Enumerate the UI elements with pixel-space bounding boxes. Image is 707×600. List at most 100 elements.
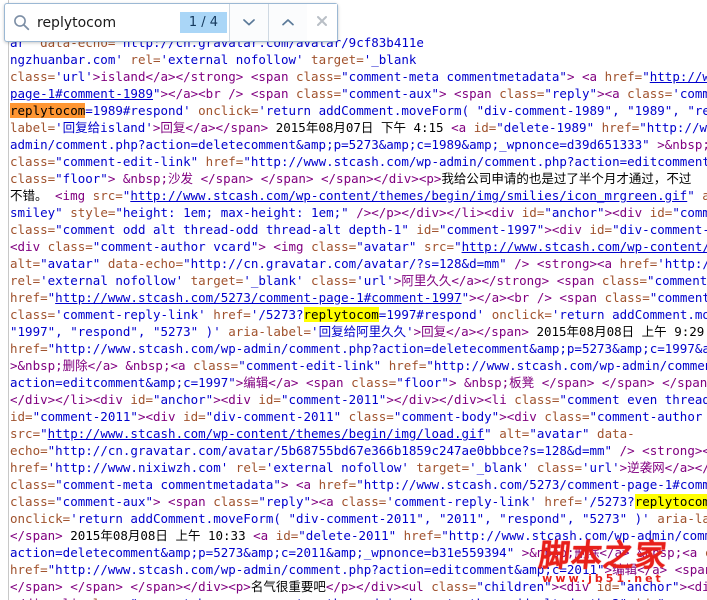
source-line: "1997", "respond", "5273" )' aria-label=… — [10, 323, 707, 340]
source-link[interactable]: http://www.stcash.com/wp-content/themes/… — [48, 426, 485, 441]
source-link[interactable]: http://www.stcash.com/5273/comment-page-… — [55, 290, 461, 305]
source-token: class= — [311, 273, 357, 288]
source-code-pane[interactable]: ar" data-echo="http://cn.gravatar.com/av… — [0, 0, 707, 600]
find-next-button[interactable] — [268, 4, 307, 41]
source-token: label= — [10, 120, 56, 135]
source-token: >&nbsp;删除</a> — [10, 358, 126, 373]
source-token: =1989#respond' — [85, 103, 199, 118]
source-token: "anchor" — [544, 205, 605, 220]
source-token: "comment-meta commentmetadata" — [55, 477, 281, 492]
source-token: ><div — [544, 222, 590, 237]
source-code-lines: ar" data-echo="http://cn.gravatar.com/av… — [10, 34, 707, 600]
source-token: href= — [544, 494, 583, 509]
source-token: class= — [601, 273, 648, 288]
source-token: &nbsp;<a — [637, 545, 705, 560]
source-token: "children" — [476, 579, 552, 594]
source-token: &nbsp;沙发 — [122, 171, 201, 186]
find-input-wrapper[interactable] — [5, 4, 180, 41]
source-token: href= — [604, 69, 643, 84]
close-find-bar-button[interactable] — [307, 4, 337, 41]
source-token: "div-comment-1997" — [612, 222, 707, 237]
source-token: "anchor" — [619, 579, 680, 594]
find-previous-button[interactable] — [229, 4, 268, 41]
source-line: ngzhuanbar.com' rel='external nofollow' … — [10, 51, 707, 68]
source-line: action=deletecomment&amp;p=5273&amp;c=20… — [10, 544, 707, 561]
source-token: "comment odd alt thread-odd thread-alt d… — [55, 222, 417, 237]
source-token: class= — [47, 239, 93, 254]
source-token: " — [642, 69, 650, 84]
source-token: "comment-body" — [393, 409, 500, 424]
source-token: </span> </span> </span></div><p> — [200, 171, 442, 186]
source-token: rel= — [10, 273, 41, 288]
source-token: action=editcomment&amp;c=1997" — [10, 375, 236, 390]
source-token: "delete-2011" — [298, 528, 404, 543]
search-match: replytocom — [634, 494, 707, 509]
search-input[interactable] — [37, 14, 180, 31]
source-token: "avatar" — [529, 426, 598, 441]
source-token: /></p></div></li><div — [356, 205, 522, 220]
source-token: > <a — [566, 69, 605, 84]
source-token: class= — [10, 69, 56, 84]
source-token: >回复</a></span> — [152, 120, 269, 135]
source-token: class= — [627, 86, 673, 101]
source-token: "http://cn.gravatar.com/avatar/5b68755bd… — [47, 443, 620, 458]
source-token: class= — [604, 290, 650, 305]
source-token: "comment-edit-link" — [55, 154, 206, 169]
source-token: class= — [341, 494, 387, 509]
source-token: 'comment-re — [672, 86, 707, 101]
source-token: "comment-author vcard" — [589, 409, 703, 424]
source-token: 'http://www. — [657, 256, 707, 271]
source-line: href="http://www.stcash.com/wp-admin/com… — [10, 561, 707, 578]
source-token: "comment-2011" — [32, 409, 138, 424]
source-token: id= — [130, 392, 153, 407]
source-token: " — [40, 426, 48, 441]
source-token: ><a — [597, 86, 628, 101]
source-token: "reply" — [544, 86, 598, 101]
source-token: aria-label= — [657, 511, 707, 526]
source-token: id= — [416, 222, 439, 237]
source-token: <span — [549, 273, 602, 288]
source-token: "avatar" — [40, 256, 108, 271]
source-token: target= — [311, 52, 364, 67]
source-token: onclick= — [10, 511, 71, 526]
source-token: data-echo= — [107, 256, 184, 271]
source-token: <a — [253, 528, 276, 543]
source-line: class="comment-edit-link" href="http://w… — [10, 153, 707, 170]
source-token: > <span — [153, 494, 214, 509]
source-token: ></a><br /> <span — [469, 290, 605, 305]
source-link[interactable]: page-1#comment-1989 — [10, 86, 153, 101]
source-token: href= — [619, 256, 658, 271]
source-token: "div-comment-2011" — [205, 409, 349, 424]
source-link[interactable]: http://www.st — [650, 69, 707, 84]
source-token: "comment-aux" — [649, 290, 707, 305]
source-token: 'return addComment.moveForm( "div-commen… — [258, 103, 707, 118]
source-token: id= — [183, 409, 206, 424]
source-token: /> <strong><a — [514, 256, 620, 271]
source-token: </div><li — [10, 596, 85, 600]
source-line: class="comment-meta commentmetadata"> <a… — [10, 476, 707, 493]
source-token: 'external nofollow' — [160, 52, 312, 67]
source-token: "floor" — [396, 375, 449, 390]
source-token: "comment-aux" — [341, 86, 439, 101]
find-bar[interactable]: 1 / 4 — [4, 3, 338, 42]
source-token: class= — [10, 307, 56, 322]
source-token: 'comment-reply-link' — [386, 494, 545, 509]
source-token: id= — [589, 222, 613, 237]
source-token: id= — [258, 392, 281, 407]
source-token: smiley" — [10, 205, 71, 220]
source-line: href="http://www.stcash.com/wp-admin/com… — [10, 340, 707, 357]
source-line: href='http://www.nixiwzh.com' rel='exter… — [10, 459, 707, 476]
source-link[interactable]: http://www.stcash.com/wp-content/themes — [462, 239, 707, 254]
source-token: "reply" — [258, 494, 312, 509]
source-token: '_blank — [363, 52, 417, 67]
source-token: </span> </span> </span></div><p> — [10, 579, 251, 594]
source-link[interactable]: http://www.stcash.com/wp-content/themes/… — [130, 188, 687, 203]
source-token: href= — [388, 358, 427, 373]
source-token: class= — [311, 239, 357, 254]
source-token: "http://www.stcash.com/wp-admin/comment.… — [47, 562, 605, 577]
source-token: class= — [85, 596, 130, 600]
source-token: "floor" — [55, 171, 108, 186]
source-token: href= — [10, 562, 48, 577]
chevron-up-icon — [280, 13, 296, 32]
source-token: " — [454, 239, 462, 254]
